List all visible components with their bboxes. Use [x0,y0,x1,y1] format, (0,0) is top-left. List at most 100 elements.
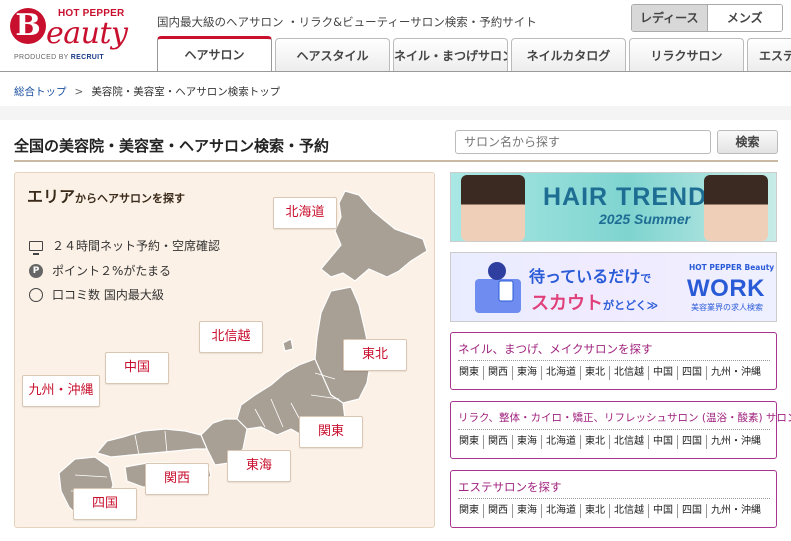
region-link[interactable]: 北信越 [609,504,648,518]
hair-trend-banner[interactable]: HAIR TREND 2025 Summer [450,172,777,242]
feature-reservation-text: ２４時間ネット予約・空席確認 [52,239,221,253]
region-link[interactable]: 中国 [648,504,677,518]
region-link[interactable]: 関西 [483,366,512,380]
region-chugoku-button[interactable]: 中国 [105,352,169,384]
region-link[interactable]: 東北 [580,435,609,449]
region-link[interactable]: 北海道 [541,366,580,380]
feature-points: P ポイント２%がたまる [29,262,171,279]
site-tagline: 国内最大級のヘアサロン ・リラク&ビューティーサロン検索・予約サイト [157,15,537,29]
region-link[interactable]: 関東 [455,366,483,380]
region-link[interactable]: 四国 [677,504,706,518]
region-link[interactable]: 東北 [580,366,609,380]
region-link[interactable]: 九州・沖縄 [706,435,765,449]
recruit-text: RECRUIT [70,54,104,61]
logo-produced-by: PRODUCED BY RECRUIT [14,54,104,61]
region-tokai-button[interactable]: 東海 [227,450,291,482]
region-link[interactable]: 四国 [677,366,706,380]
breadcrumb-home-link[interactable]: 総合トップ [14,86,67,98]
salon-search-input[interactable] [455,130,711,154]
category-divider [458,360,770,361]
region-link[interactable]: 東北 [580,504,609,518]
region-hokkaido-button[interactable]: 北海道 [273,197,337,229]
region-shikoku-button[interactable]: 四国 [73,488,137,520]
region-link[interactable]: 中国 [648,435,677,449]
chugoku-shape [96,428,208,458]
scout-line2: スカウトがとどく≫ [531,289,658,315]
scout-line1: 待っているだけで [529,263,651,287]
points-icon: P [29,263,43,278]
category-tabs: ヘアサロン ヘアスタイル ネイル・まつげサロン ネイルカタログ リラクサロン エ… [157,36,791,72]
region-link[interactable]: 北信越 [609,366,648,380]
work-logo-text: WORK [687,275,765,302]
region-link[interactable]: 中国 [648,366,677,380]
category-region-links: 関東 関西 東海 北海道 東北 北信越 中国 四国 九州・沖縄 [455,504,765,518]
hotpepper-beauty-logo[interactable]: B HOT PEPPER eauty PRODUCED BY RECRUIT [10,6,135,66]
feature-points-text: ポイント２%がたまる [52,264,172,278]
region-link[interactable]: 九州・沖縄 [706,366,765,380]
feature-reservation: ２４時間ネット予約・空席確認 [29,237,221,255]
speech-bubble-icon [29,287,43,302]
scout-line2-small: がとどく≫ [603,299,659,312]
work-brand: HOT PEPPER Beauty [689,263,775,272]
region-link[interactable]: 東海 [512,435,541,449]
breadcrumb: 総合トップ > 美容院・美容室・ヘアサロン検索トップ [14,84,280,99]
tab-nail-eyelash[interactable]: ネイル・まつげサロン [393,38,508,72]
breadcrumb-band [0,106,791,120]
logo-b-mark: B [10,8,46,44]
category-title-esthe[interactable]: エステサロンを探す [458,479,562,495]
tab-hair-style[interactable]: ヘアスタイル [275,38,390,72]
region-kanto-button[interactable]: 関東 [299,416,363,448]
region-link[interactable]: 北海道 [541,435,580,449]
region-hokushinetsu-button[interactable]: 北信越 [199,321,263,353]
scout-line1-small: で [640,272,652,285]
category-region-links: 関東 関西 東海 北海道 東北 北信越 中国 四国 九州・沖縄 [455,435,765,449]
category-divider [458,429,770,430]
tab-relax-salon[interactable]: リラクサロン [629,38,744,72]
work-scout-banner[interactable]: 待っているだけで スカウトがとどく≫ HOT PEPPER Beauty WOR… [450,252,777,322]
region-link[interactable]: 九州・沖縄 [706,504,765,518]
tab-divider [0,71,791,72]
region-link[interactable]: 北海道 [541,504,580,518]
region-kansai-button[interactable]: 関西 [145,463,209,495]
category-box-nail: ネイル、まつげ、メイクサロンを探す 関東 関西 東海 北海道 東北 北信越 中国… [450,332,777,390]
breadcrumb-separator: > [74,86,84,98]
sado-island-shape [282,338,294,352]
category-box-esthe: エステサロンを探す 関東 関西 東海 北海道 東北 北信越 中国 四国 九州・沖… [450,470,777,528]
category-divider [458,498,770,499]
feature-reviews-text: 口コミ数 国内最大級 [52,288,164,302]
region-kyushu-okinawa-button[interactable]: 九州・沖縄 [22,375,100,407]
region-link[interactable]: 東海 [512,366,541,380]
work-subtitle: 美容業界の求人検索 [691,303,763,312]
tab-esthe[interactable]: エステ [747,38,791,72]
region-link[interactable]: 東海 [512,504,541,518]
region-link[interactable]: 関西 [483,504,512,518]
region-link[interactable]: 関西 [483,435,512,449]
model-photo-left [461,175,525,241]
hair-trend-title: HAIR TREND [543,183,708,211]
site-header: B HOT PEPPER eauty PRODUCED BY RECRUIT 国… [0,0,791,72]
region-link[interactable]: 関東 [455,435,483,449]
category-title-relax[interactable]: リラク、整体・カイロ・矯正、リフレッシュサロン (温浴・酸素) サロンを探す [458,410,791,425]
search-button[interactable]: 検索 [717,130,778,154]
mens-toggle[interactable]: メンズ [707,5,782,31]
region-tohoku-button[interactable]: 東北 [343,339,407,371]
feature-reviews: 口コミ数 国内最大級 [29,286,164,303]
hair-trend-subtitle: 2025 Summer [599,211,691,227]
page-title: 全国の美容院・美容室・ヘアサロン検索・予約 [14,137,330,155]
area-map-panel: エリアからヘアサロンを探す ２４時間ネット予約・空席確認 P ポイント２%がたまる… [14,172,435,528]
region-link[interactable]: 関東 [455,504,483,518]
region-link[interactable]: 四国 [677,435,706,449]
tab-nail-catalog[interactable]: ネイルカタログ [511,38,626,72]
tab-hair-salon[interactable]: ヘアサロン [157,36,272,72]
gender-switch: レディース メンズ [631,4,783,32]
region-link[interactable]: 北信越 [609,435,648,449]
category-title-nail[interactable]: ネイル、まつげ、メイクサロンを探す [458,341,652,357]
scout-line2-main: スカウト [531,293,603,314]
breadcrumb-current: 美容院・美容室・ヘアサロン検索トップ [91,86,281,98]
pc-icon [29,240,43,255]
map-title: エリアからヘアサロンを探す [27,183,185,207]
ladies-toggle[interactable]: レディース [632,5,708,31]
model-photo-right [704,175,768,241]
map-title-rest: からヘアサロンを探す [75,192,186,205]
category-region-links: 関東 関西 東海 北海道 東北 北信越 中国 四国 九州・沖縄 [455,366,765,380]
